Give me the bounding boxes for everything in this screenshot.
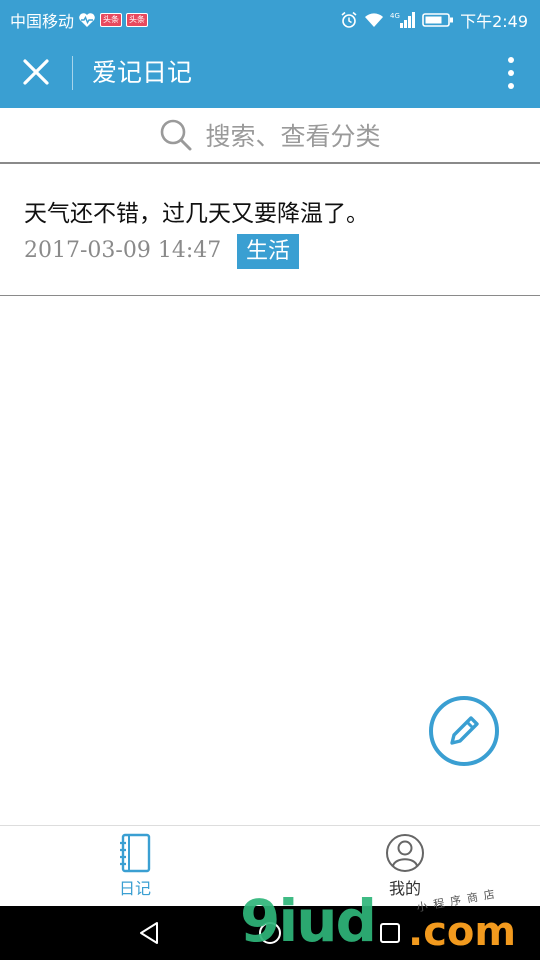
news-app-badge: 头条 [100,13,123,27]
wifi-icon [365,13,384,27]
status-right: 4G 下午2:49 [340,8,528,32]
page-title: 爱记日记 [92,58,193,87]
person-icon [386,834,424,872]
watermark-domain-suffix: .com [408,909,517,955]
more-options-button[interactable] [504,56,518,90]
tab-diary[interactable]: 日记 [60,830,210,902]
compose-diary-button[interactable] [428,695,500,767]
battery-icon [422,13,454,27]
site-watermark-logo: 9iud 小程序商店 .com [240,887,540,960]
carrier-label: 中国移动 [10,12,75,31]
close-button[interactable] [18,54,54,90]
search-placeholder: 搜索、查看分类 [205,122,381,151]
diary-entry[interactable]: 天气还不错，过几天又要降温了。 2017-03-09 14:47 生活 [0,164,540,296]
clock-time: 下午2:49 [460,12,528,31]
watermark-main-text: 9iud [240,887,377,955]
app-bar-divider [72,56,73,90]
network-type-label: 4G [390,12,400,20]
diary-entry-datetime: 2017-03-09 14:47 [24,238,222,263]
notebook-icon [120,833,151,873]
back-nav-icon[interactable] [137,920,163,946]
screen: 中国移动 头条 头条 4G 下午2:49 爱记日记 搜索、查看分类 天气还不错，… [0,0,540,960]
app-bar: 爱记日记 [0,36,540,108]
diary-entry-category-tag[interactable]: 生活 [237,234,300,269]
tab-diary-label: 日记 [118,879,151,898]
search-bar[interactable]: 搜索、查看分类 [0,108,540,164]
health-heart-icon [79,13,95,27]
search-icon [161,119,192,151]
status-left: 中国移动 头条 头条 [10,8,149,32]
status-bar: 中国移动 头条 头条 4G 下午2:49 [0,0,540,36]
diary-entry-text: 天气还不错，过几天又要降温了。 [24,201,369,227]
cell-signal-icon: 4G [390,12,416,28]
alarm-clock-icon [341,11,357,28]
news-app-badge: 头条 [126,13,149,27]
